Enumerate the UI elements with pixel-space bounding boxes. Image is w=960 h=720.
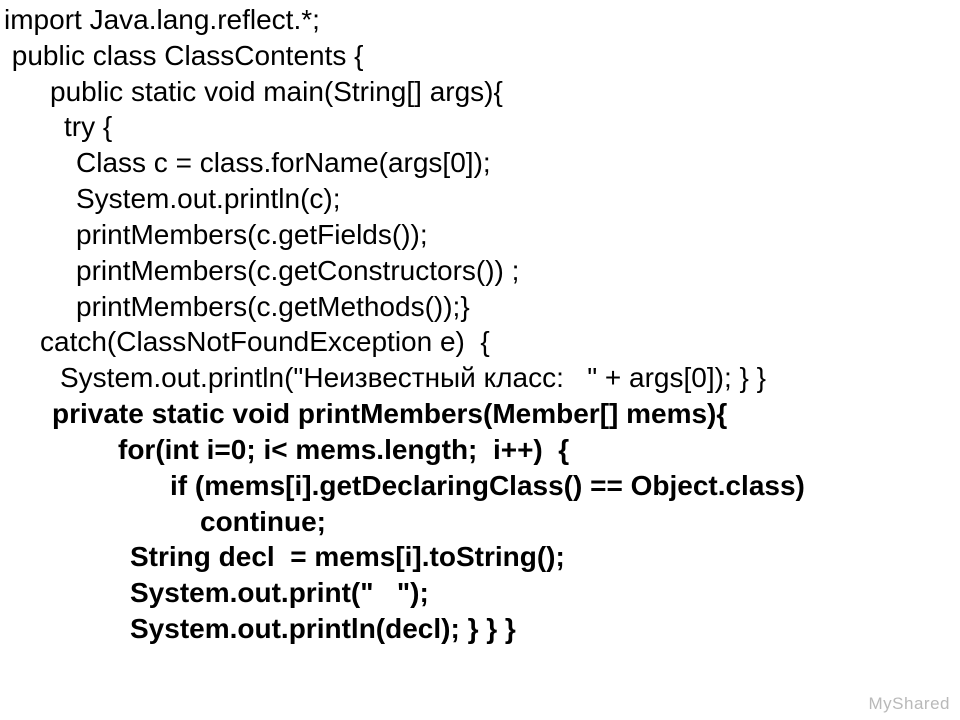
code-block: import Java.lang.reflect.*; public class…	[0, 0, 960, 647]
code-line: try {	[0, 109, 960, 145]
code-line: catch(ClassNotFoundException e) {	[0, 324, 960, 360]
code-line: System.out.print(" ");	[0, 575, 960, 611]
code-line: public static void main(String[] args){	[0, 74, 960, 110]
code-line: import Java.lang.reflect.*;	[0, 2, 960, 38]
code-line: System.out.println(c);	[0, 181, 960, 217]
code-line: System.out.println("Неизвестный класс: "…	[0, 360, 960, 396]
code-line: for(int i=0; i< mems.length; i++) {	[0, 432, 960, 468]
code-line: Class c = class.forName(args[0]);	[0, 145, 960, 181]
code-line: private static void printMembers(Member[…	[0, 396, 960, 432]
code-line: printMembers(c.getFields());	[0, 217, 960, 253]
code-line: if (mems[i].getDeclaringClass() == Objec…	[0, 468, 960, 504]
code-line: printMembers(c.getMethods());}	[0, 289, 960, 325]
code-line: System.out.println(decl); } } }	[0, 611, 960, 647]
watermark-text: MyShared	[869, 694, 950, 714]
code-line: printMembers(c.getConstructors()) ;	[0, 253, 960, 289]
code-line: public class ClassContents {	[0, 38, 960, 74]
code-line: String decl = mems[i].toString();	[0, 539, 960, 575]
code-line: continue;	[0, 504, 960, 540]
